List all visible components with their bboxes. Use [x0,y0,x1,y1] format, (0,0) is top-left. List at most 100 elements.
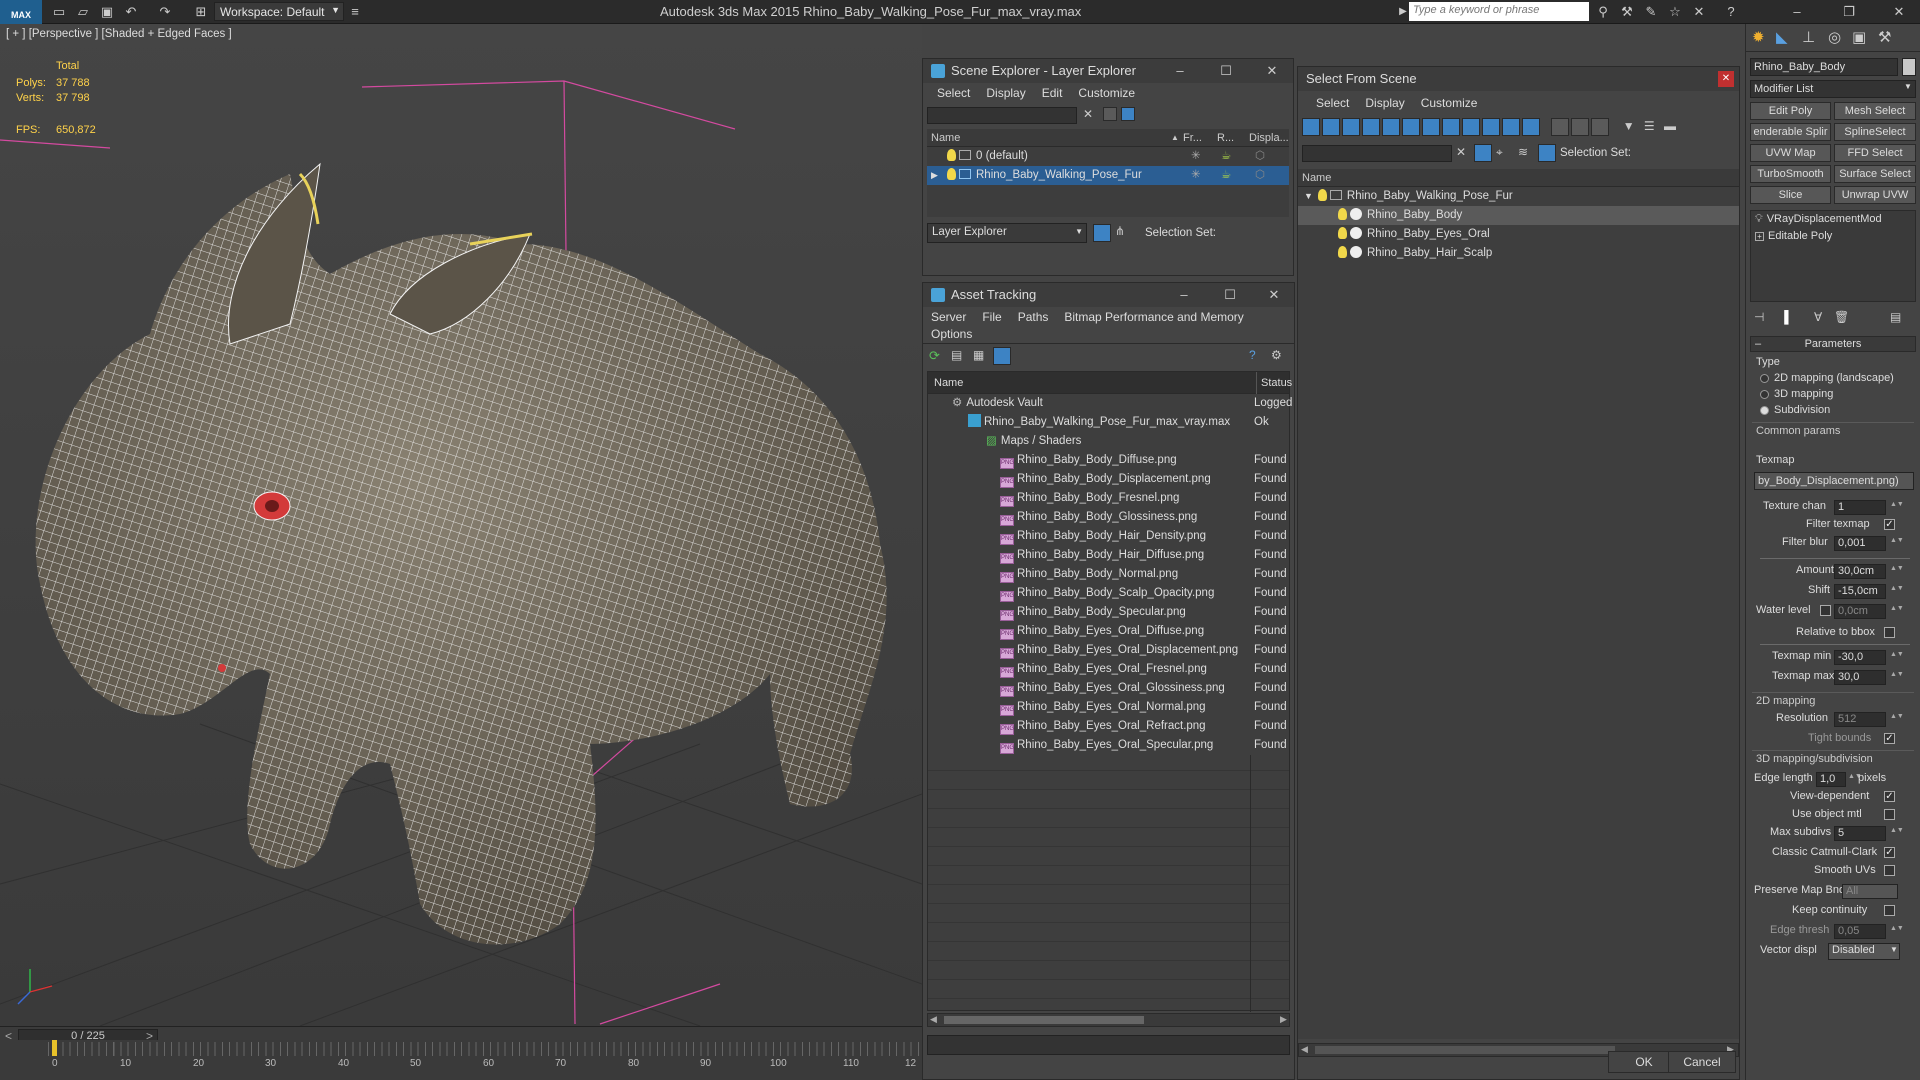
menu-paths[interactable]: Paths [1010,307,1057,327]
motion-tab-icon[interactable]: ◎ [1828,28,1841,46]
maximize-icon[interactable]: ☐ [1215,59,1237,83]
menu-edit[interactable]: Edit [1034,83,1071,103]
utilities-tab-icon[interactable]: ⚒ [1878,28,1891,46]
cancel-button[interactable]: Cancel [1668,1051,1736,1073]
col-render[interactable]: R... [1217,129,1234,147]
spinner-icon[interactable]: ▲▼ [1890,501,1904,516]
asset-row[interactable]: PNG Rhino_Baby_Body_Diffuse.png Found [928,451,1289,470]
freeze-icon[interactable]: ✳ [1191,147,1201,166]
smooth-uvs-checkbox[interactable] [1884,865,1895,876]
lightbulb-icon[interactable] [1338,208,1347,220]
radio-subdivision-label[interactable]: Subdivision [1774,404,1830,416]
find-case-icon[interactable] [1474,144,1492,162]
help-icon[interactable]: ? [1722,3,1740,20]
layers-icon[interactable] [1093,224,1111,242]
relative-bbox-checkbox[interactable] [1884,627,1895,638]
max-subdivs-field[interactable]: 5 [1834,826,1886,841]
undo-icon[interactable]: ↶ [122,3,140,20]
texmap-max-field[interactable]: 30,0 [1834,670,1886,685]
texture-chan-field[interactable]: 1 [1834,500,1886,515]
use-object-mtl-checkbox[interactable] [1884,809,1895,820]
col-name[interactable]: Name [934,372,963,394]
subscription-icon[interactable]: ⚒ [1618,3,1636,20]
filter-frozen-icon[interactable] [1502,118,1520,136]
ffd-select-button[interactable]: FFD Select [1834,144,1916,162]
tree-row-object[interactable]: Rhino_Baby_Body [1298,206,1739,225]
filter-shapes-icon[interactable] [1322,118,1340,136]
uvw-map-button[interactable]: UVW Map [1750,144,1831,162]
asset-row[interactable]: PNG Rhino_Baby_Eyes_Oral_Diffuse.png Found [928,622,1289,641]
slice-button[interactable]: Slice [1750,186,1831,204]
refresh-icon[interactable]: ⟳ [929,348,940,364]
filter-helpers-icon[interactable] [1382,118,1400,136]
col-freeze[interactable]: Fr... [1183,129,1202,147]
edge-length-field[interactable]: 1,0 [1816,772,1846,787]
radio-subdivision[interactable] [1760,406,1769,415]
selection-filter-icon[interactable]: ⌖ [1496,145,1503,160]
spline-select-button[interactable]: SplineSelect [1834,123,1916,141]
spinner-icon[interactable]: ▲▼ [1890,713,1904,728]
asset-row[interactable]: PNG Rhino_Baby_Body_Hair_Diffuse.png Found [928,546,1289,565]
exchange-icon[interactable]: ✕ [1690,3,1708,20]
menu-display[interactable]: Display [1357,91,1412,115]
asset-row-group[interactable]: ▨ Maps / Shaders [928,432,1289,451]
viewport-label[interactable]: [ + ] [Perspective ] [Shaded + Edged Fac… [6,28,232,40]
asset-row[interactable]: PNG Rhino_Baby_Body_Displacement.png Found [928,470,1289,489]
asset-row[interactable]: PNG Rhino_Baby_Eyes_Oral_Normal.png Found [928,698,1289,717]
tree-row-object[interactable]: Rhino_Baby_Hair_Scalp [1298,244,1739,263]
close-icon[interactable]: ✕ [1890,3,1908,20]
scroll-left-icon[interactable]: ◀ [1301,1044,1308,1055]
lightbulb-icon[interactable]: 💡︎ [1755,213,1763,225]
configure-sets-icon[interactable]: ▤ [1890,310,1901,324]
filter-texmap-checkbox[interactable]: ✓ [1884,519,1895,530]
minimize-icon[interactable]: – [1169,59,1191,83]
stack-item[interactable]: + Editable Poly [1751,228,1915,245]
asset-row-vault[interactable]: ⚙ Autodesk Vault Logged [928,394,1292,413]
save-icon[interactable]: ▣ [98,3,116,20]
modifier-list-dropdown[interactable]: Modifier List [1750,80,1916,98]
lightbulb-icon[interactable] [947,149,956,161]
explorer-type-dropdown[interactable]: Layer Explorer ▼ [927,223,1087,243]
turbosmooth-button[interactable]: TurboSmooth [1750,165,1831,183]
asset-row[interactable]: PNG Rhino_Baby_Body_Scalp_Opacity.png Foun… [928,584,1289,603]
resolution-field[interactable]: 512 [1834,712,1886,727]
project-icon[interactable]: ⊞ [192,3,210,20]
layer-options-icon[interactable] [1103,107,1117,121]
spinner-icon[interactable]: ▲▼ [1890,537,1904,552]
spinner-icon[interactable]: ▲▼ [1848,773,1862,788]
display-icon[interactable]: ⬡ [1255,166,1265,185]
filter-blur-field[interactable]: 0,001 [1834,536,1886,551]
communication-icon[interactable]: ✎ [1642,3,1660,20]
perspective-viewport[interactable]: [ + ] [Perspective ] [Shaded + Edged Fac… [0,24,922,1026]
spinner-icon[interactable]: ▲▼ [1890,671,1904,686]
spinner-icon[interactable]: ▲▼ [1890,925,1904,940]
amount-field[interactable]: 30,0cm [1834,564,1886,579]
time-cursor[interactable] [52,1040,57,1056]
asset-row[interactable]: PNG Rhino_Baby_Eyes_Oral_Refract.png Found [928,717,1289,736]
menu-file[interactable]: File [974,307,1009,327]
asset-row[interactable]: PNG Rhino_Baby_Body_Specular.png Found [928,603,1289,622]
teapot-icon[interactable]: ☕ [1221,147,1231,166]
col-name[interactable]: Name [1302,172,1331,184]
tight-bounds-checkbox[interactable]: ✓ [1884,733,1895,744]
new-layer-icon[interactable] [1121,107,1135,121]
pin-stack-icon[interactable]: ⊣ [1754,310,1764,324]
spinner-icon[interactable]: ▲▼ [1890,827,1904,842]
asset-hscrollbar[interactable]: ◀ ▶ [927,1013,1290,1027]
menu-select[interactable]: Select [1308,91,1357,115]
menu-customize[interactable]: Customize [1413,91,1486,115]
shift-field[interactable]: -15,0cm [1834,584,1886,599]
stack-item[interactable]: 💡︎ VRayDisplacementMod [1751,211,1915,228]
binoculars-icon[interactable]: ⚲ [1594,3,1612,20]
radio-2d-mapping[interactable] [1760,374,1769,383]
lightbulb-icon[interactable] [947,168,956,180]
asset-row[interactable]: PNG Rhino_Baby_Eyes_Oral_Fresnel.png Found [928,660,1289,679]
filter-lights-icon[interactable] [1342,118,1360,136]
close-icon[interactable]: ✕ [1261,59,1283,83]
menu-server[interactable]: Server [923,307,974,327]
select-invert-icon[interactable] [1591,118,1610,136]
filter-hidden-icon[interactable] [1522,118,1540,136]
freeze-icon[interactable]: ✳ [1191,166,1201,185]
texmap-button[interactable]: by_Body_Displacement.png) [1754,472,1914,490]
layer-row[interactable]: ▶ Rhino_Baby_Walking_Pose_Fur ✳ ☕ ⬡ [927,166,1289,185]
